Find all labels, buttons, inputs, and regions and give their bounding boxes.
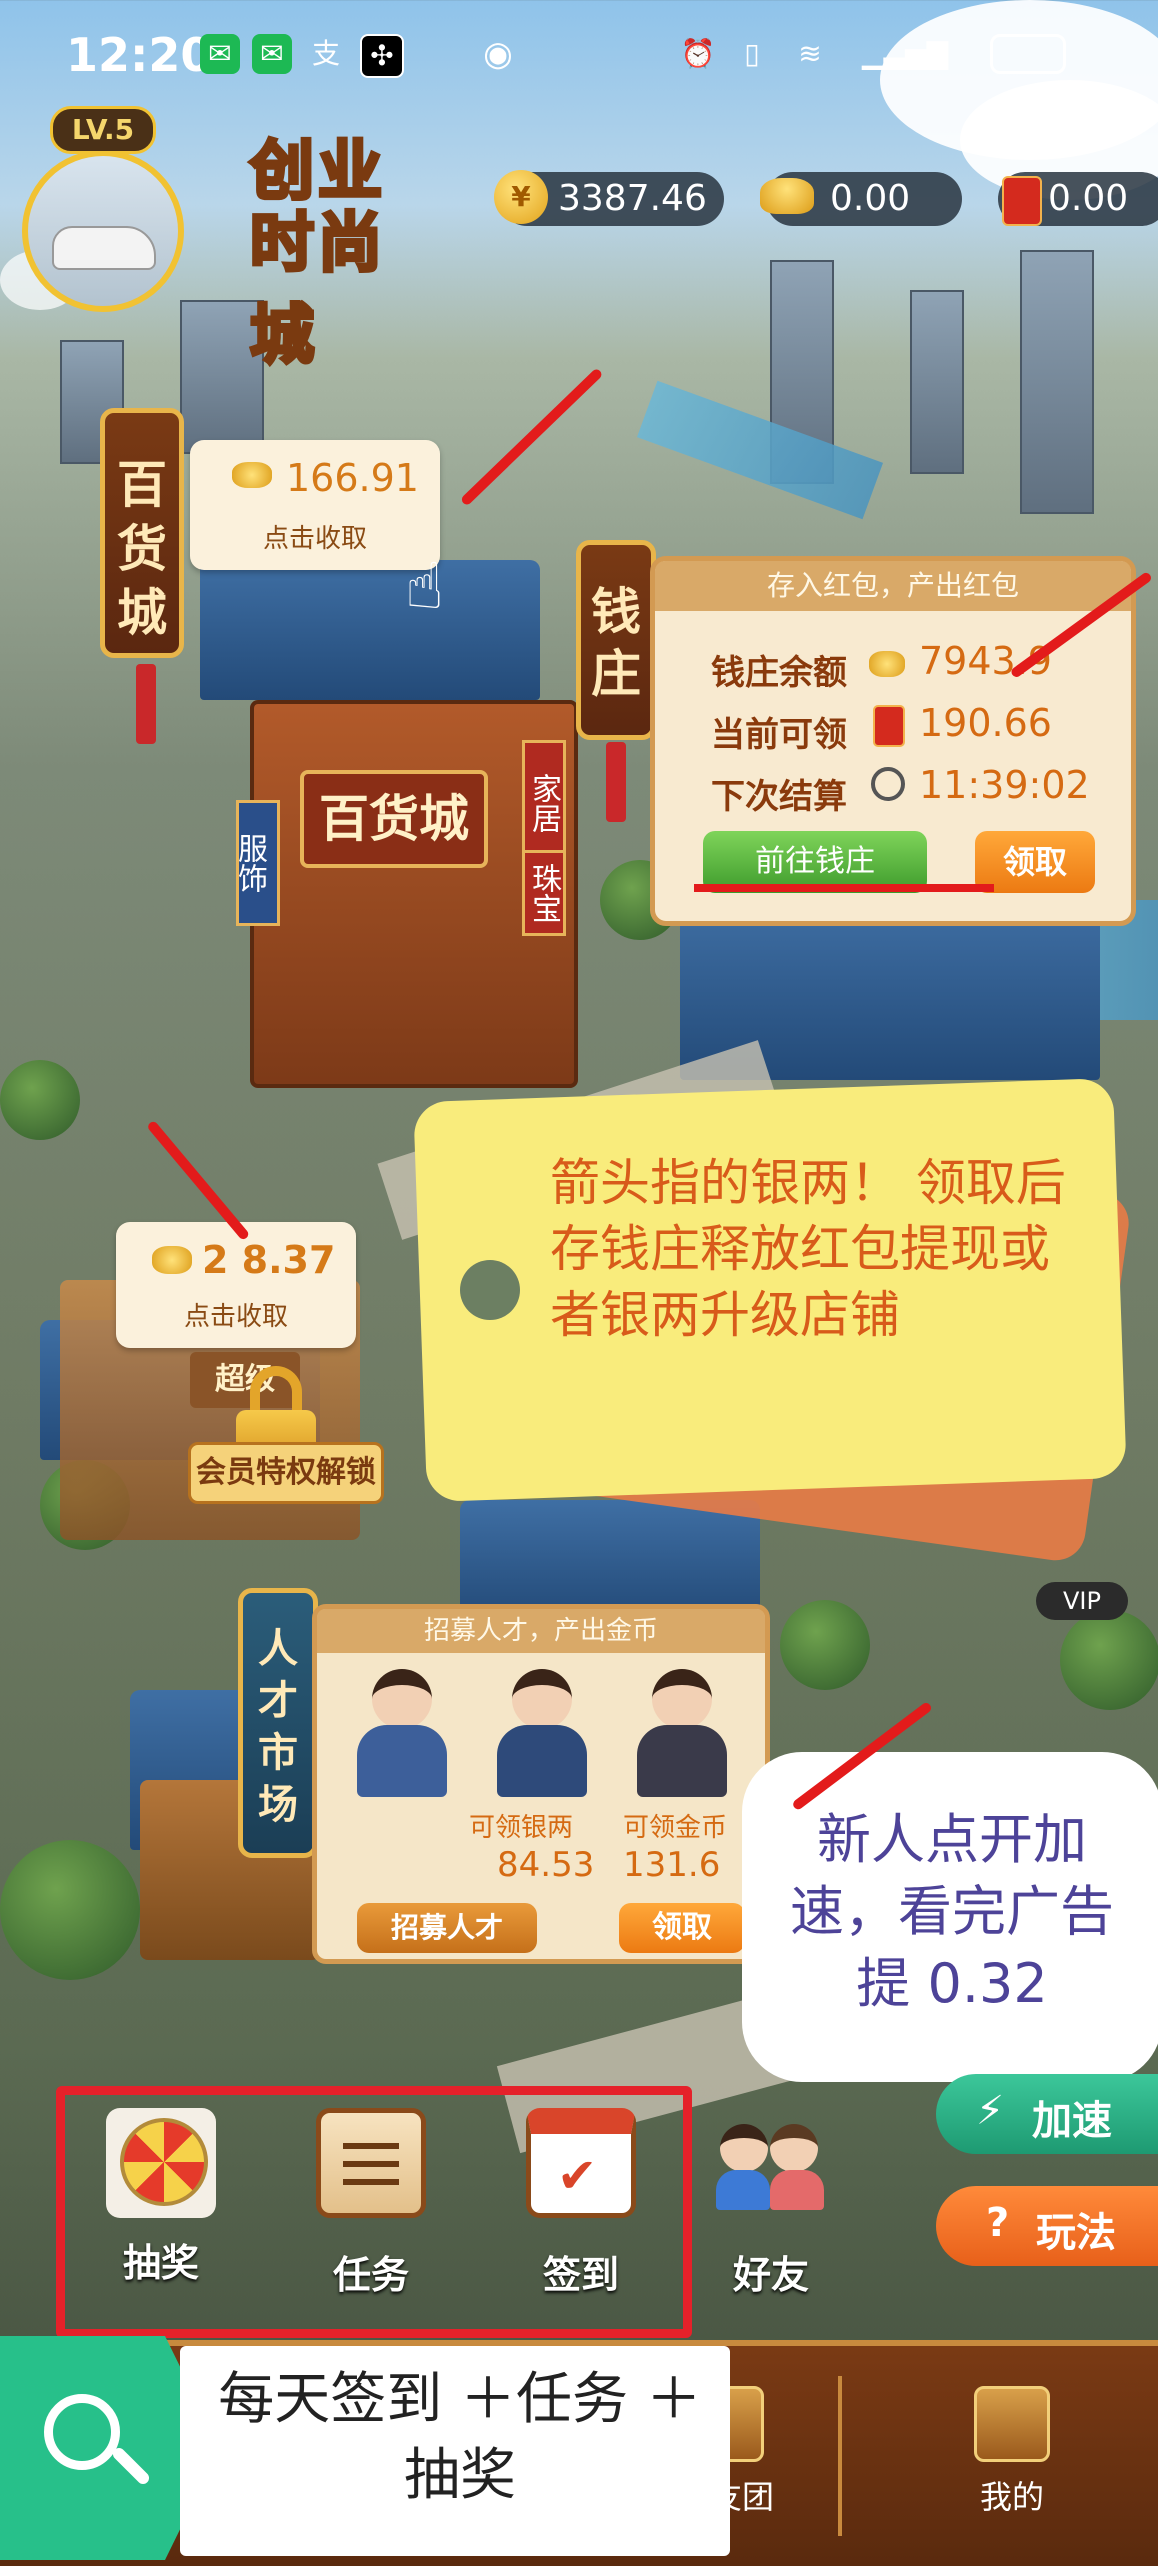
silver-ingot-icon [232,462,272,488]
question-icon: ? [986,2200,1010,2246]
silver-ingot-icon [152,1246,192,1274]
alipay-icon: 支 [311,37,340,70]
silver-claim-label: 可领银两 [469,1813,574,1843]
red-underline-annotation [694,884,994,892]
bank-balance-label: 钱庄余额 [711,653,847,693]
red-envelope-icon [1002,176,1042,226]
status-bar: 12:20 ✉ ✉ 支 ✣ ◉ ⏰ ▯ ≋ ▁▃▅▇ [0,0,1158,110]
redpacket-balance[interactable]: 0.00 [998,172,1158,226]
player-avatar[interactable] [22,150,184,312]
recruit-button[interactable]: 招募人才 [357,1903,537,1953]
talent-panel-header: 招募人才，产出金币 [317,1609,765,1653]
claimable-label: 当前可领 [711,715,847,755]
department-store-sign[interactable]: 百货城 [100,408,184,658]
next-settle-label: 下次结算 [711,777,847,817]
next-settle-value: 11:39:02 [919,763,1090,807]
search-icon [44,2394,120,2470]
silver-ingot-icon [760,178,814,214]
gold-balance[interactable]: ¥ 3387.46 [494,170,724,226]
battery-icon [990,34,1066,74]
eye-icon: ◉ [483,34,513,74]
signal-icon: ▁▃▅▇ [861,37,949,70]
hand-pointer-icon: ☝ [405,550,444,624]
lightning-icon: ⚡ [976,2088,1005,2134]
vip-unlock-banner[interactable]: 会员特权解锁 [188,1442,384,1504]
wifi-icon: ≋ [798,37,822,70]
apparel-sign: 服饰 [232,800,280,926]
player-level-badge: LV.5 [50,106,156,154]
app-notification-icon: ✣ [360,34,404,78]
status-time: 12:20 [66,28,213,82]
silver-claim-value: 84.53 [497,1845,595,1885]
tassel-decoration [606,742,626,822]
red-arrow-annotation [459,367,604,507]
red-envelope-icon [873,705,905,747]
silver-balance[interactable]: 0.00 [760,172,962,226]
game-logo: 创业 时尚城 [248,132,386,375]
silver-ingot-icon [869,651,905,677]
department-store-collect-bubble[interactable]: 166.91 点击收取 [190,440,440,570]
alarm-icon: ⏰ [680,37,716,70]
red-highlight-box [56,2086,692,2338]
wechat-icon: ✉ [200,34,240,74]
home-sign: 家居 [522,740,566,866]
annotation-speed-text: 新人点开加速，看完广告提 0.32 [790,1808,1114,2015]
department-store-facade-sign: 百货城 [300,770,488,868]
annotation-bottom-text: 每天签到 ＋任务 ＋抽奖 [218,2367,702,2508]
recruit-portrait-male-glasses [627,1669,737,1799]
talent-market-sign[interactable]: 人才市场 [238,1588,318,1858]
bank-panel: 存入红包，产出红包 钱庄余额 7943.9 当前可领 190.66 下次结算 1… [650,556,1136,926]
speed-up-button[interactable]: ⚡ 加速 [936,2074,1158,2154]
annotation-bottom-note: 每天签到 ＋任务 ＋抽奖 [0,2336,730,2560]
gold-coin-icon: ¥ [494,170,548,224]
tassel-decoration [136,664,156,744]
annotation-tag-note: 箭头指的银两！ 领取后存钱庄释放红包提现或者银两升级店铺 [413,1077,1133,1565]
friends-button[interactable]: 好友 [706,2108,836,2297]
vip-badge[interactable]: VIP [1036,1582,1128,1620]
annotation-tag-text: 箭头指的银两！ 领取后存钱庄释放红包提现或者银两升级店铺 [550,1154,1066,1344]
bank-panel-header: 存入红包，产出红包 [655,561,1131,611]
gold-claim-label: 可领金币 [623,1813,728,1843]
recruit-portrait-female [347,1669,457,1799]
clock-icon [871,767,905,801]
wechat-icon-2: ✉ [252,34,292,74]
claimable-value: 190.66 [919,701,1052,745]
how-to-play-button[interactable]: ? 玩法 [936,2186,1158,2266]
friends-icon [716,2108,826,2218]
book-icon [974,2386,1050,2462]
recruit-portrait-male [487,1669,597,1799]
nav-mine[interactable]: 我的 [942,2386,1082,2518]
jewelry-sign: 珠宝 [522,850,566,936]
talent-panel: 招募人才，产出金币 可领银两 84.53 可领金币 131.6 招募人才 领取 [312,1604,770,1964]
talent-claim-button[interactable]: 领取 [619,1903,745,1953]
bank-sign[interactable]: 钱庄 [576,540,656,740]
car-image [52,226,156,270]
super-shop-collect-bubble[interactable]: 2 8.37 点击收取 [116,1222,356,1348]
vibrate-icon: ▯ [744,37,760,70]
gold-claim-value: 131.6 [623,1845,721,1885]
